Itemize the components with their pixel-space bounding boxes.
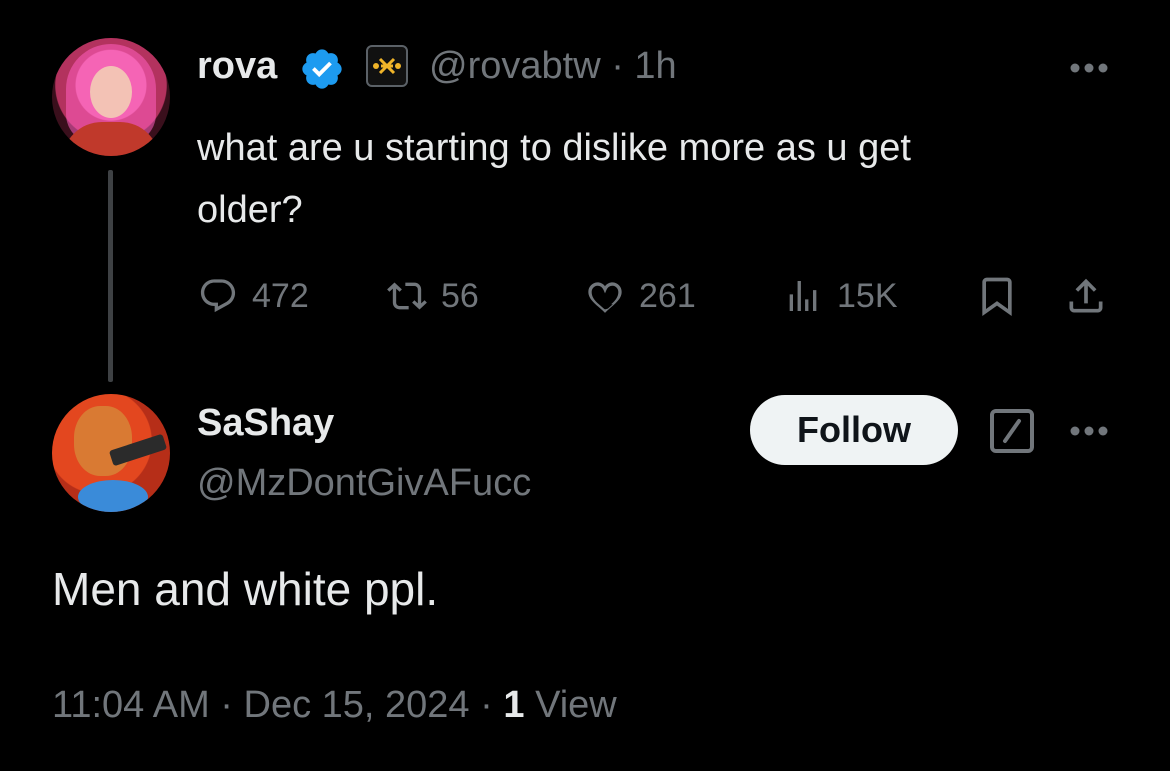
author-handle[interactable]: @rovabtw: [429, 45, 601, 87]
author-handle-and-time: @rovabtw · 1h: [429, 45, 677, 88]
meta-separator: ·: [480, 684, 493, 726]
tweet-time-ago[interactable]: 1h: [634, 45, 676, 87]
affiliate-logo-icon: [373, 57, 401, 75]
reply-button[interactable]: 472: [198, 266, 309, 326]
avatar-sashay[interactable]: [52, 394, 170, 512]
share-button[interactable]: [1064, 266, 1108, 326]
meta-separator: ·: [220, 684, 233, 726]
heart-icon: [588, 282, 622, 313]
handle-separator: ·: [611, 45, 624, 87]
more-options-icon[interactable]: [1064, 413, 1114, 449]
grok-icon[interactable]: [988, 407, 1036, 455]
reply-icon: [200, 279, 236, 313]
reply-text: Men and white ppl.: [52, 563, 439, 615]
reply-view-count: 1: [503, 684, 525, 726]
more-options-icon[interactable]: [1064, 50, 1114, 86]
affiliate-badge-icon[interactable]: [366, 45, 408, 87]
share-icon: [1069, 278, 1103, 313]
reply-count: 472: [252, 276, 309, 315]
repost-button[interactable]: 56: [387, 266, 479, 326]
reply-metadata: 11:04 AM · Dec 15, 2024 · 1 View: [52, 684, 617, 727]
views-button[interactable]: 15K: [783, 266, 898, 326]
reply-author-display-name[interactable]: SaShay: [197, 402, 334, 445]
reply-author-handle[interactable]: @MzDontGivAFucc: [197, 462, 531, 505]
tweet-text: what are u starting to dislike more as u…: [197, 127, 911, 231]
analytics-icon: [789, 281, 817, 311]
avatar-base: [78, 480, 148, 512]
bookmark-button[interactable]: [975, 266, 1019, 326]
avatar-rova[interactable]: [52, 38, 170, 156]
follow-button[interactable]: Follow: [750, 395, 958, 465]
reply-time[interactable]: 11:04 AM: [52, 684, 210, 726]
like-button[interactable]: 261: [585, 266, 696, 326]
like-count: 261: [639, 276, 696, 315]
verified-badge-icon[interactable]: [299, 46, 345, 92]
view-count: 15K: [837, 276, 898, 315]
avatar-bear-figure: [74, 406, 132, 476]
reply-view-label: View: [535, 684, 617, 726]
reply-date[interactable]: Dec 15, 2024: [244, 684, 470, 726]
avatar-face: [90, 66, 132, 118]
bookmark-icon: [982, 277, 1012, 317]
repost-count: 56: [441, 276, 479, 315]
author-display-name[interactable]: rova: [197, 45, 277, 88]
thread-connector-line: [108, 170, 113, 382]
repost-icon: [387, 282, 427, 310]
